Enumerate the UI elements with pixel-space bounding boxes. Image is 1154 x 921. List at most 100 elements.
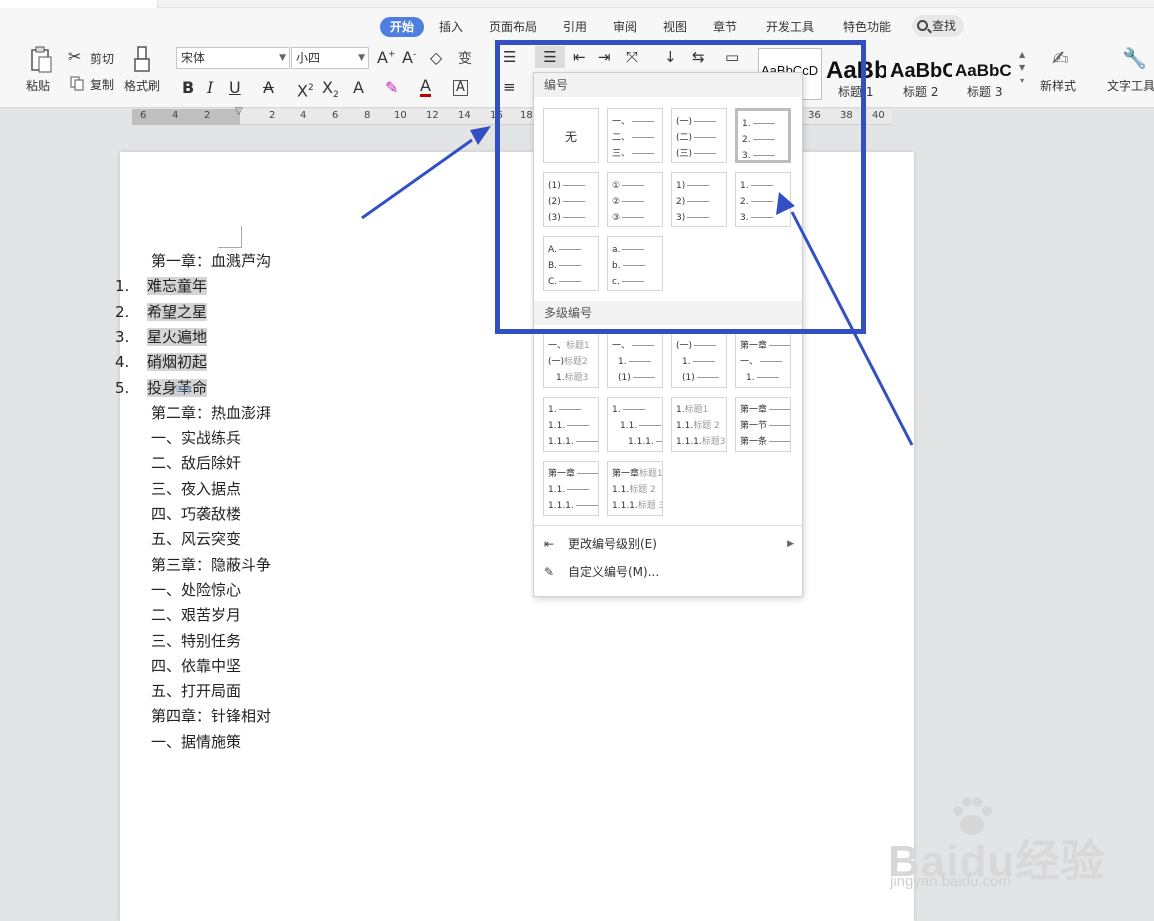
numbering-style-option[interactable]: 1. 2. 3. xyxy=(735,172,791,227)
tab-chapter[interactable]: 章节 xyxy=(713,17,737,37)
document-line[interactable]: 一、处险惊心 xyxy=(151,579,241,601)
multilevel-sample-label: 1.1. xyxy=(548,485,566,495)
multilevel-sample-row: (1) xyxy=(618,373,655,383)
multilevel-style-option[interactable]: 1.标题1 1.1.标题 2 1.1.1.标题3 xyxy=(671,397,727,452)
text-tools-button[interactable]: 文字工具 xyxy=(1107,77,1154,94)
numbering-sample-label: (2) xyxy=(548,197,561,207)
multilevel-style-option[interactable]: 第一章 一、 1. xyxy=(735,333,791,388)
sample-line xyxy=(756,377,779,378)
bullet-list-icon[interactable]: ☰ xyxy=(503,48,516,66)
text-effect-icon[interactable]: A xyxy=(353,77,364,99)
styles-scroll-icon[interactable]: ▲ ▼ ▾ xyxy=(1019,48,1025,87)
document-line[interactable]: 四、巧袭敌楼 xyxy=(151,503,241,525)
numbered-list-item[interactable]: 2.希望之星 xyxy=(115,301,208,323)
ruler-number: 40 xyxy=(872,110,885,121)
change-level-item[interactable]: ⇤ 更改编号级别(E) ▶ xyxy=(534,530,802,558)
multilevel-style-option[interactable]: 1. 1.1. 1.1.1. xyxy=(543,397,599,452)
font-size-select[interactable]: 小四 ▼ xyxy=(291,47,369,69)
document-line[interactable]: 二、敌后除奸 xyxy=(151,452,241,474)
tab-developer[interactable]: 开发工具 xyxy=(766,17,814,37)
document-line[interactable]: 三、夜入据点 xyxy=(151,478,241,500)
numbering-style-option[interactable]: ① ② ③ xyxy=(607,172,663,227)
multilevel-style-option[interactable]: 第一章 1.1. 1.1.1. xyxy=(543,461,599,516)
style-h2-preview: AaBbC xyxy=(890,60,952,82)
tab-view[interactable]: 视图 xyxy=(663,17,687,37)
document-line[interactable]: 三、特别任务 xyxy=(151,630,241,652)
numbering-sample-row: a. xyxy=(612,245,645,255)
document-line[interactable]: 五、风云突变 xyxy=(151,528,241,550)
tab-home[interactable]: 开始 xyxy=(380,17,425,37)
numbered-list-item[interactable]: 3.星火遍地 xyxy=(115,326,208,348)
sample-line xyxy=(696,377,719,378)
font-color-icon[interactable]: A xyxy=(420,77,431,97)
document-line[interactable]: 四、依靠中坚 xyxy=(151,655,241,677)
multilevel-style-option[interactable]: 1. 1.1. 1.1.1. xyxy=(607,397,663,452)
document-line[interactable]: 第一章：血溅芦沟 xyxy=(151,250,271,272)
font-family-select[interactable]: 宋体 ▼ xyxy=(176,47,290,69)
document-tab-fragment[interactable] xyxy=(0,0,158,8)
sort-icon[interactable]: ↓ xyxy=(664,48,677,66)
numbering-style-option[interactable]: (1) (2) (3) xyxy=(543,172,599,227)
numbering-style-option[interactable]: 1. 2. 3. xyxy=(735,108,791,163)
numbering-sample-label: 3. xyxy=(740,213,749,223)
tab-review[interactable]: 审阅 xyxy=(613,17,637,37)
numbered-list-item[interactable]: 1.难忘童年 xyxy=(115,275,208,297)
tab-page-layout[interactable]: 页面布局 xyxy=(489,17,537,37)
multilevel-style-option[interactable]: 第一章标题1 1.1.标题 2 1.1.1.标题 3 xyxy=(607,461,663,516)
highlighter-icon[interactable]: ✎ xyxy=(385,77,398,99)
copy-button[interactable]: 复制 xyxy=(68,75,118,93)
line-text: 五、风云突变 xyxy=(151,530,242,549)
bold-icon[interactable]: B xyxy=(182,77,194,99)
decrease-indent-icon[interactable]: ⇤ xyxy=(573,48,586,66)
paste-icon xyxy=(31,46,52,73)
custom-numbering-item[interactable]: ✎ 自定义编号(M)... xyxy=(534,558,802,586)
document-line[interactable]: 第二章：热血澎湃 xyxy=(151,402,271,424)
multilevel-sample-label: 第一条 xyxy=(740,437,768,447)
cut-button[interactable]: ✂ 剪切 xyxy=(68,47,118,67)
new-style-button[interactable]: 新样式 xyxy=(1040,77,1076,94)
multilevel-style-option[interactable]: 第一章 第一节 第一条 xyxy=(735,397,791,452)
sample-line xyxy=(632,137,655,138)
numbering-none-option[interactable]: 无 xyxy=(543,108,599,163)
multilevel-style-option[interactable]: 一、 1. (1) xyxy=(607,333,663,388)
multilevel-sample-row: 1.1.1. xyxy=(628,437,662,447)
underline-icon[interactable]: U xyxy=(229,77,241,99)
align-left-icon[interactable]: ≡ xyxy=(503,78,516,96)
numbering-style-option[interactable]: 一、 二、 三、 xyxy=(607,108,663,163)
document-line[interactable]: 一、据情施策 xyxy=(151,731,241,753)
tab-special[interactable]: 特色功能 xyxy=(843,17,891,37)
document-line[interactable]: 一、实战练兵 xyxy=(151,427,241,449)
paragraph-options-icon[interactable]: 🗎▾ xyxy=(174,379,192,403)
numbering-style-option[interactable]: (一) (二) (三) xyxy=(671,108,727,163)
numbering-style-option[interactable]: A. B. C. xyxy=(543,236,599,291)
subscript-icon[interactable]: X2 xyxy=(322,77,339,100)
line-text: 难忘童年 xyxy=(147,277,208,296)
shrink-font-icon[interactable]: A- xyxy=(402,48,416,67)
document-line[interactable]: 五、打开局面 xyxy=(151,680,241,702)
phonetic-guide-icon[interactable]: 变 xyxy=(458,48,472,68)
table-border-icon[interactable]: ▭ xyxy=(725,48,739,66)
multilevel-style-option[interactable]: 一、标题1 (一)标题2 1.标题3 xyxy=(543,333,599,388)
char-border-icon[interactable]: A xyxy=(453,80,468,96)
multilevel-style-option[interactable]: (一) 1. (1) xyxy=(671,333,727,388)
superscript-icon[interactable]: X2 xyxy=(297,77,314,100)
numbered-list-item[interactable]: 4.硝烟初起 xyxy=(115,351,208,373)
document-line[interactable]: 第四章：针锋相对 xyxy=(151,705,271,727)
search-button[interactable]: 查找 xyxy=(912,15,964,37)
numbered-list-icon[interactable]: ☰ xyxy=(535,46,565,68)
grow-font-icon[interactable]: A+ xyxy=(377,48,396,67)
clear-format-icon[interactable]: ◇ xyxy=(430,48,442,67)
italic-icon[interactable]: I xyxy=(207,77,213,99)
numbering-style-option[interactable]: 1) 2) 3) xyxy=(671,172,727,227)
tab-references[interactable]: 引用 xyxy=(563,17,587,37)
indent-marker-icon[interactable]: ▽ xyxy=(235,106,243,117)
numbering-sample-row: B. xyxy=(548,261,582,271)
chinese-layout-icon[interactable]: ⤧ xyxy=(626,48,638,66)
document-line[interactable]: 二、艰苦岁月 xyxy=(151,604,241,626)
document-line[interactable]: 第三章：隐蔽斗争 xyxy=(151,554,271,576)
tab-insert[interactable]: 插入 xyxy=(439,17,463,37)
show-marks-icon[interactable]: ⇆ xyxy=(692,48,705,66)
numbering-style-option[interactable]: a. b. c. xyxy=(607,236,663,291)
strikethrough-icon[interactable]: A xyxy=(263,77,274,99)
increase-indent-icon[interactable]: ⇥ xyxy=(598,48,611,66)
